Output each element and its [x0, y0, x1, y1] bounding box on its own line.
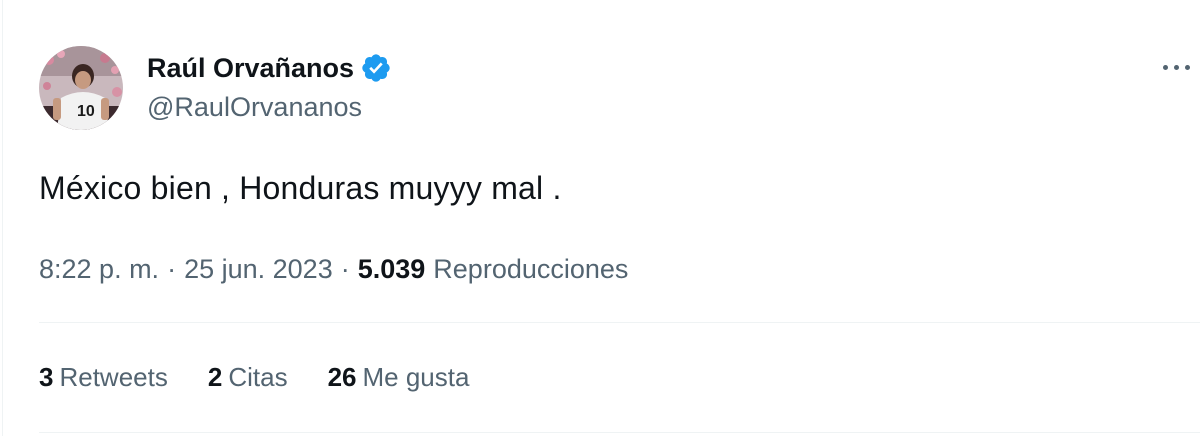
tweet-meta: 8:22 p. m. · 25 jun. 2023 · 5.039 Reprod…: [39, 254, 628, 285]
quotes-stat[interactable]: 2 Citas: [208, 362, 288, 393]
more-dot: [1184, 64, 1190, 70]
views-count: 5.039: [357, 254, 426, 284]
likes-label: Me gusta: [362, 362, 470, 392]
more-dot: [1162, 64, 1168, 70]
likes-count: 26: [327, 362, 357, 392]
retweets-stat[interactable]: 3 Retweets: [39, 362, 168, 393]
author-handle[interactable]: @RaulOrvananos: [147, 92, 362, 123]
avatar-jersey-number: 10: [77, 103, 95, 120]
verified-badge-icon[interactable]: [360, 52, 392, 84]
quotes-label: Citas: [228, 362, 288, 392]
more-dot: [1173, 64, 1179, 70]
meta-separator: ·: [167, 254, 177, 284]
tweet-time[interactable]: 8:22 p. m.: [39, 254, 159, 285]
divider: [39, 322, 1200, 323]
tweet-date[interactable]: 25 jun. 2023: [184, 254, 333, 285]
tweet-card: 10 Raúl Orvañanos @RaulOrvananos México …: [2, 0, 1200, 436]
author-display-name[interactable]: Raúl Orvañanos: [147, 53, 354, 84]
avatar-image: 10: [39, 46, 123, 130]
avatar[interactable]: 10: [39, 46, 123, 130]
divider: [39, 432, 1200, 433]
author-name-row: Raúl Orvañanos: [147, 48, 392, 88]
tweet-stats: 3 Retweets 2 Citas 26 Me gusta: [39, 362, 469, 393]
more-horizontal-icon[interactable]: [1156, 52, 1196, 82]
tweet-text: México bien , Honduras muyyy mal .: [39, 170, 562, 206]
retweets-count: 3: [39, 362, 54, 392]
meta-separator: ·: [340, 254, 350, 284]
retweets-label: Retweets: [59, 362, 168, 392]
views-label: Reproducciones: [433, 254, 629, 284]
likes-stat[interactable]: 26 Me gusta: [328, 362, 470, 393]
quotes-count: 2: [207, 362, 223, 392]
